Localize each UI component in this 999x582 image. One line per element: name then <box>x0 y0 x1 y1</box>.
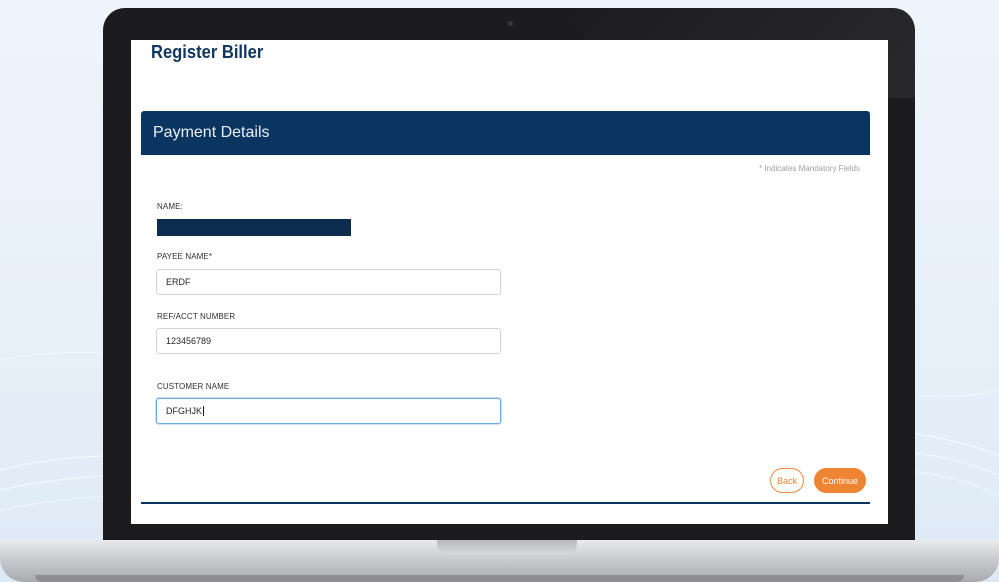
customer-name-input[interactable]: DFGHJK <box>156 398 501 424</box>
payee-name-label: PAYEE NAME* <box>157 252 213 261</box>
panel-header: Payment Details <box>141 111 870 155</box>
ref-acct-number-value: 123456789 <box>166 336 212 346</box>
continue-button[interactable]: Continue <box>814 468 866 493</box>
back-button[interactable]: Back <box>770 468 804 493</box>
panel-bottom-rule <box>141 502 870 504</box>
name-label: NAME: <box>157 202 183 211</box>
payee-name-value: ERDF <box>166 277 191 287</box>
laptop-screen: Register Biller Payment Details * Indica… <box>131 40 888 524</box>
customer-name-value: DFGHJK <box>166 406 202 416</box>
text-cursor <box>203 406 204 416</box>
laptop-base-notch <box>437 540 577 554</box>
camera-icon <box>507 20 514 27</box>
panel-title: Payment Details <box>153 124 270 141</box>
payee-name-input[interactable]: ERDF <box>156 269 501 295</box>
ref-acct-number-label: REF/ACCT NUMBER <box>157 312 236 321</box>
laptop-base-bottom <box>35 575 964 582</box>
ref-acct-number-input[interactable]: 123456789 <box>156 328 501 354</box>
name-value-redacted <box>157 219 351 236</box>
payment-details-panel: Payment Details * Indicates Mandatory Fi… <box>141 111 870 506</box>
page-title: Register Biller <box>151 42 264 62</box>
customer-name-label: CUSTOMER NAME <box>157 382 230 391</box>
mandatory-fields-note: * Indicates Mandatory Fields <box>759 164 860 173</box>
